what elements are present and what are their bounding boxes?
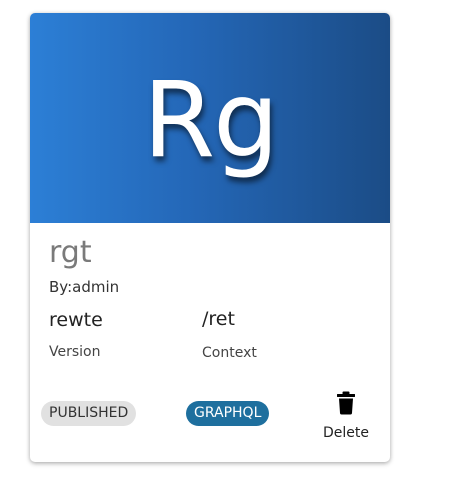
api-card[interactable]: Rg rgt By:admin rewte Version /ret Conte… [30,13,390,462]
api-author: By:admin [49,278,120,296]
context-label: Context [202,345,257,361]
thumbnail-initials: Rg [142,59,279,181]
version-label: Version [49,344,101,360]
trash-icon [337,391,355,415]
api-name[interactable]: rgt [49,235,92,271]
version-value: rewte [49,309,103,331]
api-thumbnail[interactable]: Rg [30,13,390,223]
api-type-badge: GRAPHQL [186,401,270,426]
lifecycle-status-badge: PUBLISHED [41,401,137,426]
delete-button[interactable]: Delete [316,387,376,445]
context-value: /ret [202,308,235,330]
delete-label: Delete [323,425,369,441]
